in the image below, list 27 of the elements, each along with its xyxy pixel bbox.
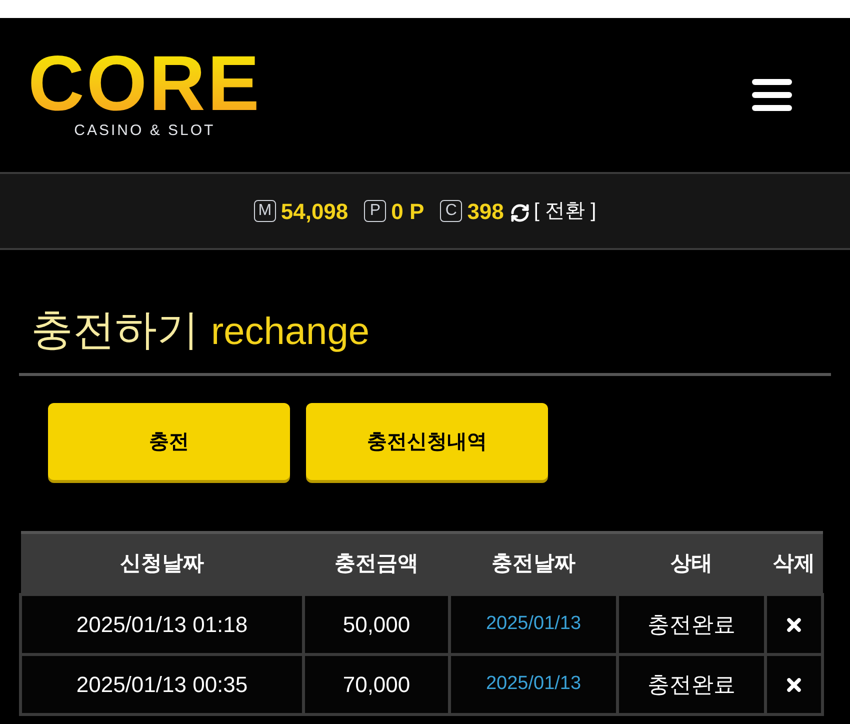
balance-value: 54,098: [280, 198, 348, 226]
balance-badge: C: [440, 200, 462, 222]
column-header: 충전날짜: [450, 532, 618, 594]
refresh-icon[interactable]: [510, 203, 530, 223]
table-cell: 2025/01/13 00:35: [20, 654, 304, 714]
menu-icon[interactable]: [752, 79, 792, 111]
table-cell: 충전완료: [618, 654, 766, 714]
convert-link[interactable]: [ 전환 ]: [534, 196, 596, 226]
table-cell: 50,000: [304, 594, 450, 654]
balance-badge: M: [254, 200, 276, 222]
table-cell: 70,000: [304, 654, 450, 714]
balance-value: 0 P: [391, 198, 424, 226]
page-title: 충전하기: [31, 305, 199, 355]
table-cell: 2025/01/13: [450, 594, 618, 654]
logo-tagline: CASINO & SLOT: [74, 120, 216, 141]
table-cell: 2025/01/13 01:18: [20, 594, 304, 654]
column-header: 삭제: [766, 532, 822, 594]
table-cell: 충전완료: [618, 594, 766, 654]
column-header: 충전금액: [304, 532, 450, 594]
balance-badge: P: [364, 200, 386, 222]
column-header: 상태: [618, 532, 766, 594]
column-header: 신청날짜: [20, 532, 304, 594]
table-cell: 2025/01/13: [450, 654, 618, 714]
action-button[interactable]: 충전신청내역: [306, 403, 548, 480]
balance-value: 398: [467, 198, 504, 226]
page-subtitle: rechange: [211, 310, 370, 355]
action-button[interactable]: 충전: [48, 403, 290, 480]
